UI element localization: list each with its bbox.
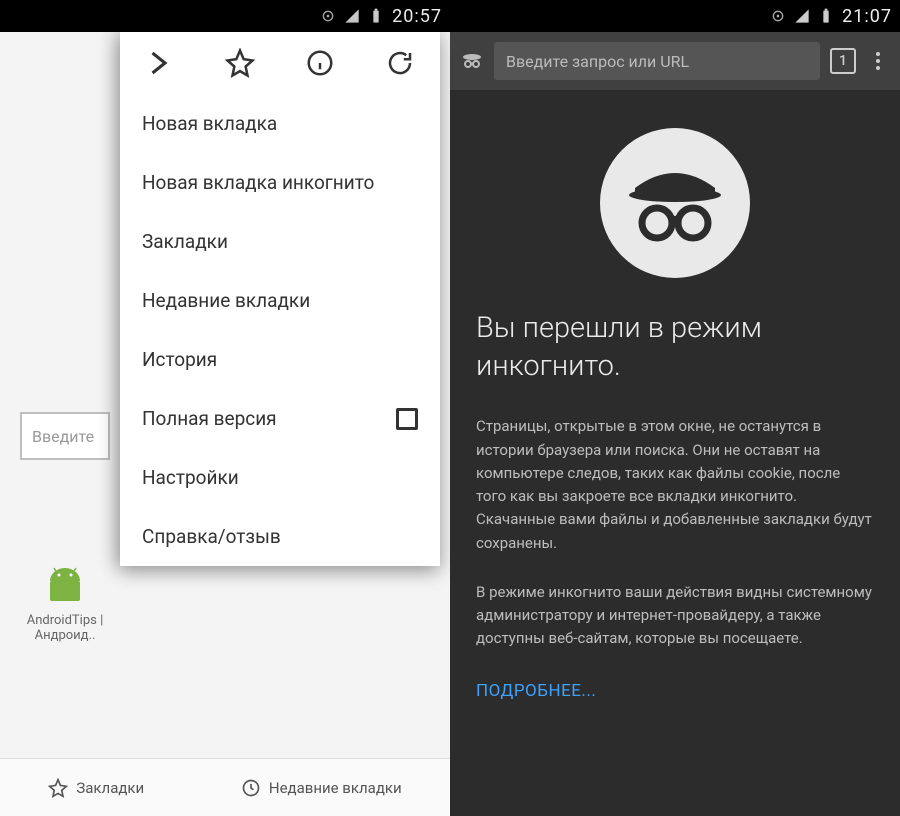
signal-icon (794, 8, 810, 24)
search-input[interactable]: Введите (20, 412, 110, 460)
overflow-menu-button[interactable] (866, 49, 890, 73)
incognito-title: Вы перешли в режим инкогнито. (476, 310, 874, 385)
incognito-hero-icon (600, 128, 750, 278)
tab-switcher-button[interactable]: 1 (830, 48, 856, 74)
chrome-home: Введите AndroidTips | Андроид.. Закладки… (0, 32, 450, 816)
status-time: 20:57 (392, 6, 442, 27)
menu-item-history[interactable]: История (120, 330, 440, 389)
chrome-overflow-menu: Новая вкладка Новая вкладка инкогнито За… (120, 32, 440, 566)
menu-item-new-incognito[interactable]: Новая вкладка инкогнито (120, 153, 440, 212)
history-icon (241, 778, 261, 798)
recent-label: Недавние вкладки (269, 779, 402, 797)
menu-item-new-tab[interactable]: Новая вкладка (120, 94, 440, 153)
incognito-toolbar: Введите запрос или URL 1 (450, 32, 900, 90)
learn-more-link[interactable]: ПОДРОБНЕЕ... (476, 677, 596, 705)
search-placeholder: Введите (32, 427, 94, 446)
menu-item-desktop-site[interactable]: Полная версия (120, 389, 440, 448)
tile-label-2: Андроид.. (10, 628, 120, 643)
bookmarks-shortcut[interactable]: Закладки (48, 778, 144, 798)
incognito-page: Вы перешли в режим инкогнито. Страницы, … (450, 90, 900, 705)
battery-icon (368, 8, 384, 24)
url-placeholder: Введите запрос или URL (506, 52, 689, 71)
speed-dial-tile[interactable]: AndroidTips | Андроид.. (10, 567, 120, 643)
menu-item-help[interactable]: Справка/отзыв (120, 507, 440, 566)
sync-icon (320, 8, 336, 24)
menu-item-settings[interactable]: Настройки (120, 448, 440, 507)
info-icon[interactable] (305, 48, 335, 78)
incognito-paragraph-1: Страницы, открытые в этом окне, не остан… (476, 415, 874, 555)
sync-icon (770, 8, 786, 24)
battery-icon (818, 8, 834, 24)
desktop-site-checkbox[interactable] (396, 408, 418, 430)
forward-icon[interactable] (145, 48, 175, 78)
url-input[interactable]: Введите запрос или URL (494, 42, 820, 80)
signal-icon (344, 8, 360, 24)
incognito-icon (460, 49, 484, 73)
star-icon[interactable] (225, 48, 255, 78)
screenshot-left: 20:57 Введите AndroidTips | Андроид.. За… (0, 0, 450, 816)
menu-icon-row (120, 32, 440, 94)
android-icon (40, 567, 90, 607)
status-bar-right: 21:07 (450, 0, 900, 32)
incognito-paragraph-2: В режиме инкогнито ваши действия видны с… (476, 581, 874, 651)
bottom-shortcut-bar: Закладки Недавние вкладки (0, 758, 450, 816)
bookmarks-label: Закладки (76, 779, 144, 797)
menu-item-bookmarks[interactable]: Закладки (120, 212, 440, 271)
screenshot-right: 21:07 Введите запрос или URL 1 Вы перешл… (450, 0, 900, 816)
tile-label-1: AndroidTips | (10, 613, 120, 628)
refresh-icon[interactable] (385, 48, 415, 78)
star-outline-icon (48, 778, 68, 798)
menu-item-recent-tabs[interactable]: Недавние вкладки (120, 271, 440, 330)
status-time: 21:07 (842, 6, 892, 27)
status-bar-left: 20:57 (0, 0, 450, 32)
recent-tabs-shortcut[interactable]: Недавние вкладки (241, 778, 402, 798)
